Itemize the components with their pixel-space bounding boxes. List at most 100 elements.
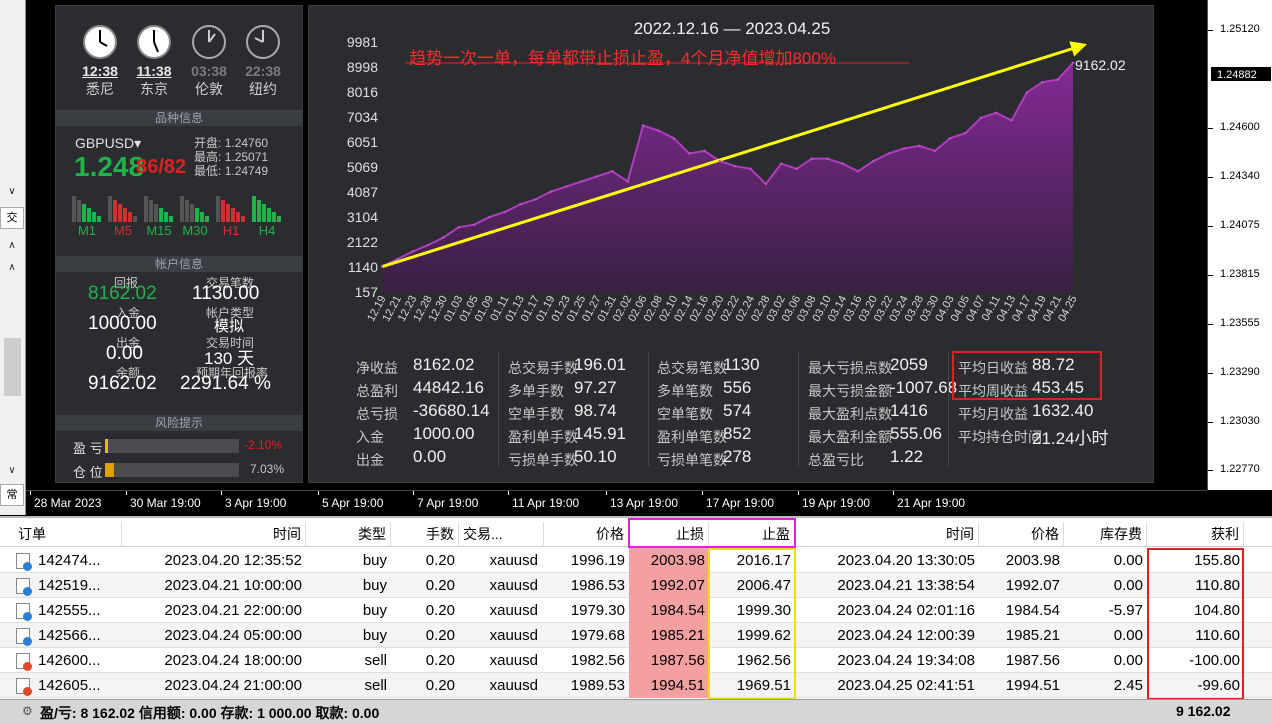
stat-value: 1130 bbox=[723, 355, 760, 374]
table-row[interactable]: 142519... 2023.04.21 10:00:00 buy 0.20 xauus… bbox=[0, 573, 1272, 598]
table-cell: buy bbox=[362, 577, 387, 594]
column-header[interactable]: 类型 bbox=[306, 522, 391, 547]
equity-point bbox=[856, 170, 860, 173]
table-cell: 2023.04.24 12:00:39 bbox=[837, 627, 975, 644]
price-tick-label: 1.23030 bbox=[1220, 415, 1260, 427]
table-cell: 0.20 bbox=[425, 652, 455, 669]
column-header[interactable]: 价格 bbox=[544, 522, 629, 547]
bid-price: 1.24886/82 bbox=[74, 151, 187, 182]
price-tick-label: 1.24600 bbox=[1220, 121, 1260, 133]
equity-point bbox=[687, 152, 691, 155]
equity-point bbox=[810, 157, 814, 160]
trade-history-table: 订单 时间 类型 手数 交易... 价格 止损 止盈 时间 价格 库存费 获利 142474... 20… bbox=[0, 516, 1272, 700]
stat-label: 最大亏损金额 bbox=[808, 383, 892, 399]
equity-point bbox=[902, 147, 906, 150]
annual-return-value: 2291.64 % bbox=[180, 373, 271, 394]
time-tick bbox=[413, 491, 414, 495]
strength-bar bbox=[257, 200, 261, 222]
price-axis[interactable]: 1.25120 1.24600 1.24340 1.24075 1.23815 1.235… bbox=[1207, 0, 1272, 490]
price-tick bbox=[1208, 128, 1213, 129]
stat-value: 0.00 bbox=[413, 447, 447, 466]
strength-bar bbox=[195, 208, 199, 222]
tab-common[interactable]: 常 bbox=[0, 484, 24, 506]
time-tick bbox=[798, 491, 799, 495]
clock-time: 03:38 bbox=[191, 63, 227, 79]
table-cell: 142600... bbox=[38, 652, 101, 669]
table-cell: 1984.54 bbox=[1005, 602, 1060, 619]
equity-point bbox=[887, 152, 890, 155]
scroll-down-icon[interactable]: ∨ bbox=[3, 186, 21, 200]
scroll-up-icon[interactable]: ∧ bbox=[3, 240, 21, 254]
stat-label: 平均持仓时间 bbox=[958, 429, 1042, 445]
equity-point bbox=[641, 124, 645, 127]
stat-label: 最大盈利点数 bbox=[808, 406, 892, 422]
timeframe-h1[interactable]: H1 bbox=[216, 196, 246, 238]
stat-value: 196.01 bbox=[574, 355, 626, 374]
equity-point bbox=[995, 111, 998, 114]
time-tick-label: 5 Apr 19:00 bbox=[322, 496, 384, 510]
price-tick bbox=[1208, 30, 1213, 31]
timeframe-h4[interactable]: H4 bbox=[252, 196, 282, 238]
timeframe-m30[interactable]: M30 bbox=[180, 196, 210, 238]
stat-value: 1000.00 bbox=[413, 424, 475, 443]
table-cell: 2023.04.21 22:00:00 bbox=[164, 602, 302, 619]
equity-point bbox=[657, 129, 660, 132]
table-cell: 2023.04.25 02:41:51 bbox=[837, 677, 975, 694]
stat-label: 多单手数 bbox=[508, 383, 564, 399]
status-gear-icon[interactable]: ⚙ bbox=[22, 704, 33, 718]
price-tick bbox=[1208, 226, 1213, 227]
table-cell: 0.20 bbox=[425, 602, 455, 619]
table-row[interactable]: 142566... 2023.04.24 05:00:00 buy 0.20 xauus… bbox=[0, 623, 1272, 648]
column-header[interactable]: 获利 bbox=[1147, 522, 1244, 547]
stat-value: 97.27 bbox=[574, 378, 617, 397]
column-header[interactable]: 交易... bbox=[459, 522, 544, 547]
table-row[interactable]: 142605... 2023.04.24 21:00:00 sell 0.20 xauu… bbox=[0, 673, 1272, 698]
stat-label: 总交易手数 bbox=[508, 360, 578, 376]
equity-point bbox=[933, 149, 936, 153]
time-tick-label: 28 Mar 2023 bbox=[34, 496, 102, 510]
table-cell: 2023.04.24 19:34:08 bbox=[837, 652, 975, 669]
table-row[interactable]: 142555... 2023.04.21 22:00:00 buy 0.20 xauus… bbox=[0, 598, 1272, 623]
table-row[interactable]: 142600... 2023.04.24 18:00:00 sell 0.20 xauu… bbox=[0, 648, 1272, 673]
column-header[interactable]: 时间 bbox=[795, 522, 979, 547]
column-header[interactable]: 时间 bbox=[122, 522, 306, 547]
equity-point bbox=[948, 137, 952, 140]
price-tick bbox=[1208, 470, 1213, 471]
timeframe-m5[interactable]: M5 bbox=[108, 196, 138, 238]
stat-value: 8162.02 bbox=[413, 355, 475, 374]
price-tick bbox=[1208, 177, 1213, 178]
stat-divider bbox=[648, 351, 649, 466]
column-header[interactable]: 订单 bbox=[0, 522, 122, 547]
symbol-selector[interactable]: GBPUSD▾ bbox=[75, 135, 141, 152]
withdraw-value: 0.00 bbox=[106, 343, 143, 364]
timeframe-m15[interactable]: M15 bbox=[144, 196, 174, 238]
column-header[interactable]: 库存费 bbox=[1064, 522, 1147, 547]
y-tick-label: 4087 bbox=[347, 184, 378, 200]
equity-point bbox=[411, 250, 414, 253]
strength-bar bbox=[154, 204, 158, 222]
column-header[interactable]: 手数 bbox=[391, 522, 459, 547]
strength-bar bbox=[267, 208, 271, 222]
stat-label: 总亏损 bbox=[356, 406, 398, 422]
strength-bar bbox=[180, 196, 184, 222]
timeframe-m1[interactable]: M1 bbox=[72, 196, 102, 238]
scrollbar-thumb[interactable] bbox=[4, 338, 21, 396]
table-cell: 1987.56 bbox=[1005, 652, 1060, 669]
stat-label: 净收益 bbox=[356, 360, 398, 376]
scroll-up-icon[interactable]: ∧ bbox=[3, 262, 21, 276]
tab-trade[interactable]: 交 bbox=[0, 207, 24, 229]
table-cell: 2023.04.21 13:38:54 bbox=[837, 577, 975, 594]
clock-city: 伦敦 bbox=[195, 81, 223, 97]
table-cell: 142519... bbox=[38, 577, 101, 594]
stat-label: 平均月收益 bbox=[958, 406, 1028, 422]
stat-value: 574 bbox=[723, 401, 752, 420]
table-cell: 142555... bbox=[38, 602, 101, 619]
price-tick-label: 1.24340 bbox=[1220, 170, 1260, 182]
stat-value: 555.06 bbox=[890, 424, 942, 443]
table-row[interactable]: 142474... 2023.04.20 12:35:52 buy 0.20 xauus… bbox=[0, 548, 1272, 573]
column-header[interactable]: 价格 bbox=[979, 522, 1064, 547]
clock-city: 东京 bbox=[140, 81, 168, 97]
time-tick bbox=[221, 491, 222, 495]
scroll-down-icon[interactable]: ∨ bbox=[3, 465, 21, 479]
time-tick-label: 19 Apr 19:00 bbox=[802, 496, 871, 510]
